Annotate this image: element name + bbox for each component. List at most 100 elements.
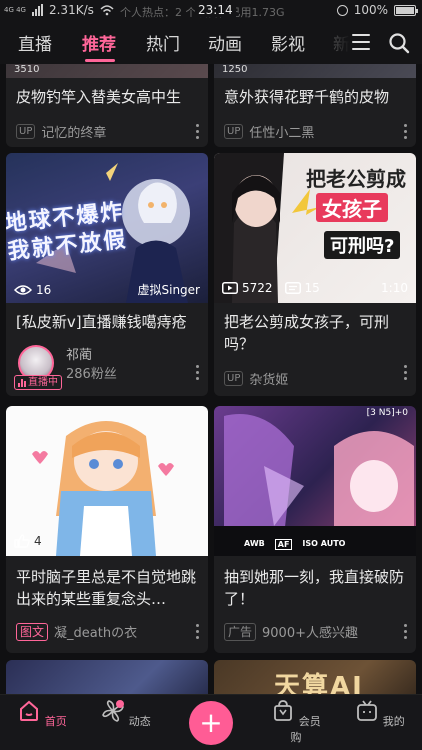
author-name[interactable]: 杂货姬 — [249, 369, 288, 388]
view-count: 3510 — [14, 64, 40, 75]
view-count: 1250 — [222, 64, 248, 75]
thumbnail-overlay: 16 虚拟Singer — [6, 281, 208, 298]
camera-af-label: AF — [274, 539, 293, 550]
video-thumbnail: 把老公剪成 女孩子 可刑吗? 5722 15 1:10 — [214, 153, 416, 303]
more-options-icon[interactable] — [196, 624, 200, 642]
play-count-icon — [222, 282, 238, 294]
camera-iso-label: ISO AUTO — [302, 539, 346, 548]
video-card[interactable]: 天算AI — [214, 660, 416, 694]
thumbnail-text-line1: 把老公剪成 — [306, 167, 406, 191]
video-meta: UP 杂货姬 — [224, 369, 288, 388]
video-card[interactable]: 把老公剪成 女孩子 可刑吗? 5722 15 1:10 把老公剪成女孩子，可刑吗… — [214, 153, 416, 396]
nav-dynamic[interactable]: 动态 — [96, 699, 156, 729]
video-meta: UP 记忆的终章 — [16, 122, 106, 141]
thumbnail-text-line2: 女孩子 — [316, 193, 388, 222]
create-button[interactable]: + — [189, 701, 233, 745]
wifi-hotspot-icon — [100, 5, 114, 16]
video-card[interactable]: 1250 意外获得花野千鹤的皮物 UP 任性小二黑 — [214, 64, 416, 147]
thumbnail-overlay: 4 — [6, 534, 208, 548]
active-tab-indicator — [85, 59, 115, 62]
plus-icon: + — [199, 706, 223, 739]
video-card[interactable] — [6, 660, 208, 694]
thumbnail-text-line3: 可刑吗? — [324, 231, 401, 259]
video-thumbnail: 3510 — [6, 64, 208, 78]
ad-meta: 广告 9000+人感兴趣 — [224, 622, 358, 641]
video-thumbnail — [6, 660, 208, 694]
video-thumbnail: 1250 — [214, 64, 416, 78]
ad-thumbnail-art — [214, 414, 416, 556]
status-bar: 4G 4G 2.31K/s 个人热点：2 个设备，已用1.73G 23:14 1… — [0, 0, 422, 24]
nav-mine-label: 我的 — [382, 715, 405, 728]
more-options-icon[interactable] — [404, 124, 408, 142]
video-card[interactable]: 3510 皮物钓竿入替美女高中生 UP 记忆的终章 — [6, 64, 208, 147]
like-count: 4 — [34, 534, 42, 548]
live-card[interactable]: 地球不爆炸 我就不放假 16 虚拟Singer [私皮新v]直播赚钱噶痔疮 直播… — [6, 153, 208, 396]
article-meta: 图文 凝_deathの衣 — [16, 622, 137, 641]
author-name[interactable]: 任性小二黑 — [249, 122, 314, 141]
comment-count: 15 — [304, 281, 320, 295]
eye-icon — [14, 284, 32, 295]
clock: 23:14 — [195, 3, 236, 17]
nav-member-shop-label: 会员购 — [290, 715, 321, 744]
author-name[interactable]: 凝_deathの衣 — [54, 622, 137, 641]
tab-live[interactable]: 直播 — [18, 30, 52, 55]
battery-percent: 100% — [353, 3, 388, 17]
live-thumbnail: 地球不爆炸 我就不放假 16 虚拟Singer — [6, 153, 208, 303]
article-thumbnail: 4 — [6, 406, 208, 556]
shopping-bag-icon — [274, 700, 293, 721]
video-meta: UP 任性小二黑 — [224, 122, 314, 141]
tab-fade — [320, 24, 350, 64]
dynamic-icon — [102, 700, 125, 722]
more-options-icon[interactable] — [404, 365, 408, 383]
bottom-nav-bar: 首页 动态 + 会员购 我的 — [0, 694, 422, 750]
video-title: 意外获得花野千鹤的皮物 — [224, 88, 390, 106]
thumbnail-overlay: 5722 15 1:10 — [214, 281, 416, 295]
view-count: 16 — [36, 282, 52, 297]
live-bars-icon — [18, 378, 26, 387]
nav-home-label: 首页 — [44, 715, 67, 728]
video-duration: 1:10 — [381, 281, 408, 295]
article-card[interactable]: 4 平时脑子里总是不自觉地跳出来的某些重复念头… 图文 凝_deathの衣 — [6, 406, 208, 653]
video-title: 皮物钓竿入替美女高中生 — [16, 88, 182, 106]
view-count: 5722 — [242, 281, 273, 295]
comment-icon — [284, 282, 301, 294]
search-icon[interactable] — [388, 32, 410, 54]
tab-anime[interactable]: 动画 — [208, 30, 242, 55]
nav-member-shop[interactable]: 会员购 — [266, 699, 326, 745]
ad-interest: 9000+人感兴趣 — [262, 626, 358, 641]
author-name[interactable]: 记忆的终章 — [41, 122, 106, 141]
more-options-icon[interactable] — [196, 365, 200, 383]
tab-hot[interactable]: 热门 — [146, 30, 180, 55]
like-icon — [14, 534, 30, 548]
streamer-name[interactable]: 祁蔺 — [66, 344, 92, 363]
image-post-tag: 图文 — [16, 622, 49, 641]
network-speed: 2.31K/s — [48, 3, 94, 17]
alarm-icon — [336, 4, 348, 16]
tab-movies[interactable]: 影视 — [271, 30, 305, 55]
video-thumbnail: 天算AI — [214, 660, 416, 694]
recommend-feed: 3510 皮物钓竿入替美女高中生 UP 记忆的终章 1250 意外获得花野千鹤的… — [0, 64, 422, 694]
battery-icon — [394, 4, 418, 16]
live-badge: 直播中 — [14, 375, 62, 390]
ad-thumbnail: [3 N5]+0 AWB AF ISO AUTO — [214, 406, 416, 556]
tab-recommend[interactable]: 推荐 — [82, 30, 116, 55]
nav-home[interactable]: 首页 — [12, 699, 72, 729]
camera-hud: AWB AF ISO AUTO — [244, 539, 345, 550]
area-label: 虚拟Singer — [137, 283, 201, 297]
live-badge-label: 直播中 — [28, 377, 58, 388]
camera-status: [3 N5]+0 — [366, 408, 408, 418]
more-options-icon[interactable] — [404, 624, 408, 642]
menu-icon[interactable] — [352, 34, 370, 52]
nav-mine[interactable]: 我的 — [350, 699, 410, 729]
live-title: [私皮新v]直播赚钱噶痔疮 — [16, 313, 187, 331]
ad-card[interactable]: [3 N5]+0 AWB AF ISO AUTO 抽到她那一刻，我直接破防了！ … — [214, 406, 416, 653]
up-tag: UP — [16, 124, 36, 139]
thumbnail-text: 天算AI — [274, 672, 364, 694]
signal-icon — [31, 4, 43, 16]
ad-tag: 广告 — [224, 622, 257, 641]
camera-awb-label: AWB — [244, 539, 265, 548]
up-tag: UP — [224, 371, 244, 386]
more-options-icon[interactable] — [196, 124, 200, 142]
article-title: 平时脑子里总是不自觉地跳出来的某些重复念头… — [16, 568, 197, 608]
nav-dynamic-label: 动态 — [128, 715, 151, 728]
